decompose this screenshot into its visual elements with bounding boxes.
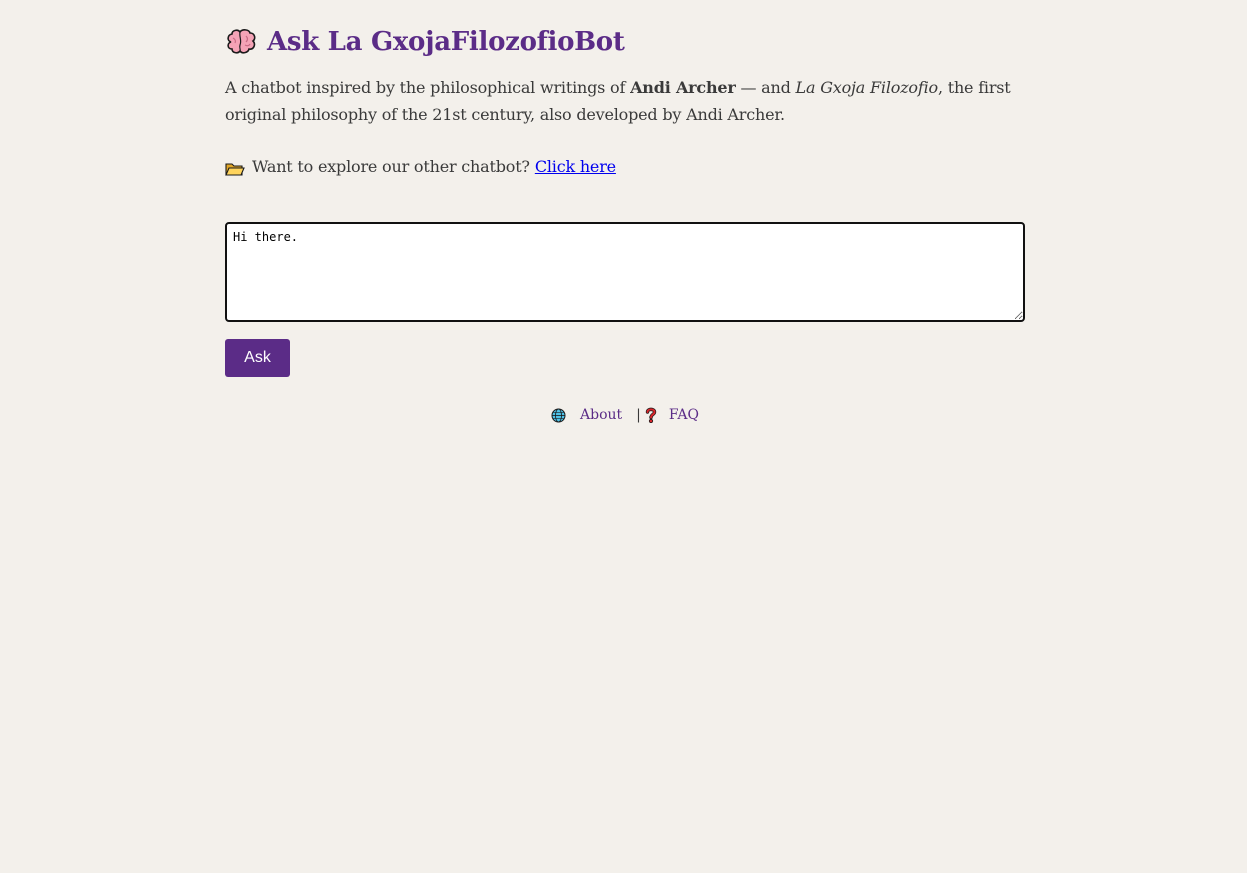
question-input[interactable]: Hi there. bbox=[225, 222, 1025, 322]
page-title-text: Ask La GxojaFilozofioBot bbox=[267, 27, 625, 57]
philosophy-name: La Gxoja Filozofio bbox=[795, 78, 939, 97]
footer: About | FAQ bbox=[225, 407, 1025, 424]
click-here-link[interactable]: Click here bbox=[535, 154, 616, 180]
brain-icon bbox=[225, 28, 257, 56]
about-link[interactable]: About bbox=[580, 407, 622, 423]
folder-icon bbox=[225, 159, 245, 176]
faq-link[interactable]: FAQ bbox=[669, 407, 699, 423]
author-name: Andi Archer bbox=[630, 78, 736, 97]
question-mark-icon bbox=[645, 407, 657, 424]
intro-paragraph: A chatbot inspired by the philosophical … bbox=[225, 74, 1025, 128]
intro-text-2: — and bbox=[735, 78, 796, 97]
footer-separator: | bbox=[636, 407, 641, 423]
page-title: Ask La GxojaFilozofioBot bbox=[225, 22, 1025, 62]
intro-text-1: A chatbot inspired by the philosophical … bbox=[225, 78, 631, 97]
explore-text: Want to explore our other chatbot? bbox=[252, 157, 530, 176]
globe-icon bbox=[551, 408, 566, 423]
ask-button[interactable]: Ask bbox=[225, 339, 290, 377]
explore-other-chatbot: Want to explore our other chatbot? Click… bbox=[225, 154, 1025, 180]
main-container: Ask La GxojaFilozofioBot A chatbot inspi… bbox=[225, 0, 1025, 424]
